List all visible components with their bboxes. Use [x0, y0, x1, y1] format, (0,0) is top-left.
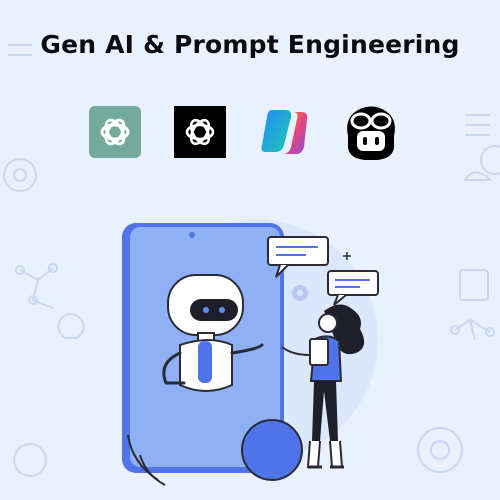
chatgpt-black-icon [174, 106, 226, 158]
ai-assistant-illustration [110, 205, 410, 500]
github-copilot-logo [342, 104, 400, 160]
chatgpt-green-logo [89, 106, 141, 158]
action-circle [241, 419, 303, 481]
github-copilot-icon [347, 106, 395, 160]
page: Gen AI & Prompt Engineering [0, 0, 500, 500]
chatgpt-green-icon [89, 106, 141, 158]
robot-phone-illustration [122, 220, 379, 486]
page-title: Gen AI & Prompt Engineering [40, 30, 460, 59]
copilot-logo [258, 106, 310, 158]
chatgpt-black-logo [174, 106, 226, 158]
gear [292, 285, 308, 301]
copilot-icon [261, 110, 308, 154]
